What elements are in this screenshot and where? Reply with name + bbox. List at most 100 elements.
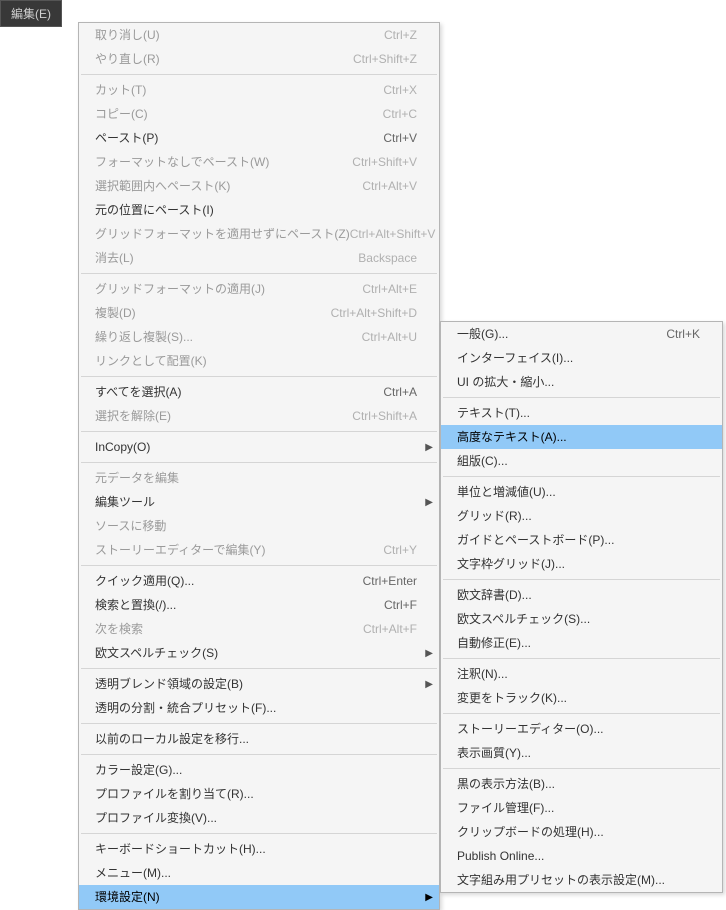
sub-item[interactable]: 文字組み用プリセットの表示設定(M)...: [441, 868, 722, 892]
menu-tab-label: 編集(E): [11, 7, 51, 21]
sub-item[interactable]: クリップボードの処理(H)...: [441, 820, 722, 844]
main-item: 元データを編集: [79, 466, 439, 490]
main-item: やり直し(R)Ctrl+Shift+Z: [79, 47, 439, 71]
main-separator: [81, 74, 437, 75]
main-item: 選択範囲内へペースト(K)Ctrl+Alt+V: [79, 174, 439, 198]
main-item[interactable]: 欧文スペルチェック(S) ▶: [79, 641, 439, 665]
main-item: ストーリーエディターで編集(Y)Ctrl+Y: [79, 538, 439, 562]
sub-item[interactable]: 欧文スペルチェック(S)...: [441, 607, 722, 631]
main-separator: [81, 723, 437, 724]
menu-item-shortcut: Ctrl+X: [383, 81, 417, 99]
sub-item[interactable]: 欧文辞書(D)...: [441, 583, 722, 607]
sub-item[interactable]: ガイドとペーストボード(P)...: [441, 528, 722, 552]
menu-item-shortcut: Ctrl+Shift+A: [352, 407, 417, 425]
sub-item[interactable]: テキスト(T)...: [441, 401, 722, 425]
sub-item[interactable]: 表示画質(Y)...: [441, 741, 722, 765]
main-item: リンクとして配置(K): [79, 349, 439, 373]
menu-item-shortcut: Ctrl+Enter: [363, 572, 417, 590]
sub-item[interactable]: 組版(C)...: [441, 449, 722, 473]
main-item[interactable]: カラー設定(G)...: [79, 758, 439, 782]
main-item[interactable]: 透明の分割・統合プリセット(F)...: [79, 696, 439, 720]
main-item[interactable]: 検索と置換(/)...Ctrl+F: [79, 593, 439, 617]
main-item: カット(T)Ctrl+X: [79, 78, 439, 102]
sub-separator: [443, 476, 720, 477]
sub-item[interactable]: 高度なテキスト(A)...: [441, 425, 722, 449]
menu-item-label: プロファイルを割り当て(R)...: [95, 785, 254, 803]
main-separator: [81, 754, 437, 755]
main-item[interactable]: 環境設定(N)▶: [79, 885, 439, 909]
main-item[interactable]: 透明ブレンド領域の設定(B)▶: [79, 672, 439, 696]
sub-item[interactable]: 黒の表示方法(B)...: [441, 772, 722, 796]
menu-item-shortcut: Ctrl+Alt+U: [362, 328, 417, 346]
menu-item-label: クイック適用(Q)...: [95, 572, 194, 590]
menu-item-shortcut: Ctrl+Y: [383, 541, 417, 559]
sub-item[interactable]: 変更をトラック(K)...: [441, 686, 722, 710]
menu-item-label: 高度なテキスト(A)...: [457, 428, 567, 446]
sub-item[interactable]: 注釈(N)...: [441, 662, 722, 686]
sub-item[interactable]: 一般(G)...Ctrl+K: [441, 322, 722, 346]
menu-item-label: 表示画質(Y)...: [457, 744, 531, 762]
menu-item-label: 繰り返し複製(S)...: [95, 328, 193, 346]
menu-item-label: フォーマットなしでペースト(W): [95, 153, 269, 171]
menu-item-label: メニュー(M)...: [95, 864, 171, 882]
menu-item-label: 欧文辞書(D)...: [457, 586, 532, 604]
menu-item-shortcut: Ctrl+Alt+V: [362, 177, 417, 195]
main-separator: [81, 376, 437, 377]
menu-item-label: 黒の表示方法(B)...: [457, 775, 555, 793]
main-item[interactable]: 元の位置にペースト(I): [79, 198, 439, 222]
edit-menu-panel: 取り消し(U)Ctrl+Zやり直し(R)Ctrl+Shift+Zカット(T)Ct…: [78, 22, 440, 910]
main-item[interactable]: ペースト(P)Ctrl+V: [79, 126, 439, 150]
menu-item-label: 消去(L): [95, 249, 134, 267]
main-item: 消去(L)Backspace: [79, 246, 439, 270]
menu-item-label: 変更をトラック(K)...: [457, 689, 567, 707]
sub-separator: [443, 658, 720, 659]
sub-item[interactable]: Publish Online...: [441, 844, 722, 868]
main-item[interactable]: InCopy(O)▶: [79, 435, 439, 459]
preferences-submenu-panel: 一般(G)...Ctrl+Kインターフェイス(I)... UI の拡大・縮小...…: [440, 321, 723, 893]
menu-item-label: 選択を解除(E): [95, 407, 171, 425]
menu-item-label: ファイル管理(F)...: [457, 799, 554, 817]
menu-item-label: 欧文スペルチェック(S): [95, 644, 218, 662]
main-item[interactable]: プロファイルを割り当て(R)...: [79, 782, 439, 806]
menu-item-shortcut: Ctrl+Shift+V: [352, 153, 417, 171]
main-item[interactable]: プロファイル変換(V)...: [79, 806, 439, 830]
menu-item-shortcut: Ctrl+Alt+F: [363, 620, 417, 638]
menu-item-label: 注釈(N)...: [457, 665, 508, 683]
chevron-right-icon: ▶: [425, 646, 433, 661]
menu-item-shortcut: Ctrl+Alt+E: [362, 280, 417, 298]
menu-item-label: 組版(C)...: [457, 452, 508, 470]
menu-item-label: InCopy(O): [95, 438, 150, 456]
main-item[interactable]: キーボードショートカット(H)...: [79, 837, 439, 861]
menu-tab-edit[interactable]: 編集(E): [0, 0, 62, 27]
main-item[interactable]: すべてを選択(A)Ctrl+A: [79, 380, 439, 404]
sub-item[interactable]: 単位と増減値(U)...: [441, 480, 722, 504]
menu-item-label: 取り消し(U): [95, 26, 160, 44]
menu-item-label: 文字枠グリッド(J)...: [457, 555, 565, 573]
main-item: ソースに移動: [79, 514, 439, 538]
menu-item-label: リンクとして配置(K): [95, 352, 207, 370]
main-separator: [81, 668, 437, 669]
sub-item[interactable]: UI の拡大・縮小...: [441, 370, 722, 394]
sub-item[interactable]: インターフェイス(I)...: [441, 346, 722, 370]
sub-item[interactable]: ストーリーエディター(O)...: [441, 717, 722, 741]
menu-item-label: グリッド(R)...: [457, 507, 532, 525]
menu-item-shortcut: Ctrl+K: [666, 325, 700, 343]
main-item: 繰り返し複製(S)... Ctrl+Alt+U: [79, 325, 439, 349]
sub-item[interactable]: 自動修正(E)...: [441, 631, 722, 655]
menu-item-label: 次を検索: [95, 620, 143, 638]
chevron-right-icon: ▶: [425, 495, 433, 510]
main-item[interactable]: 編集ツール▶: [79, 490, 439, 514]
sub-separator: [443, 713, 720, 714]
main-item: 次を検索 Ctrl+Alt+F: [79, 617, 439, 641]
sub-item[interactable]: 文字枠グリッド(J)...: [441, 552, 722, 576]
sub-separator: [443, 397, 720, 398]
main-item[interactable]: メニュー(M)...: [79, 861, 439, 885]
menu-item-label: 文字組み用プリセットの表示設定(M)...: [457, 871, 665, 889]
menu-item-label: 透明の分割・統合プリセット(F)...: [95, 699, 276, 717]
menu-item-label: 単位と増減値(U)...: [457, 483, 556, 501]
sub-item[interactable]: ファイル管理(F)...: [441, 796, 722, 820]
main-item[interactable]: 以前のローカル設定を移行...: [79, 727, 439, 751]
menu-item-label: UI の拡大・縮小...: [457, 373, 554, 391]
main-item[interactable]: クイック適用(Q)... Ctrl+Enter: [79, 569, 439, 593]
sub-item[interactable]: グリッド(R)...: [441, 504, 722, 528]
